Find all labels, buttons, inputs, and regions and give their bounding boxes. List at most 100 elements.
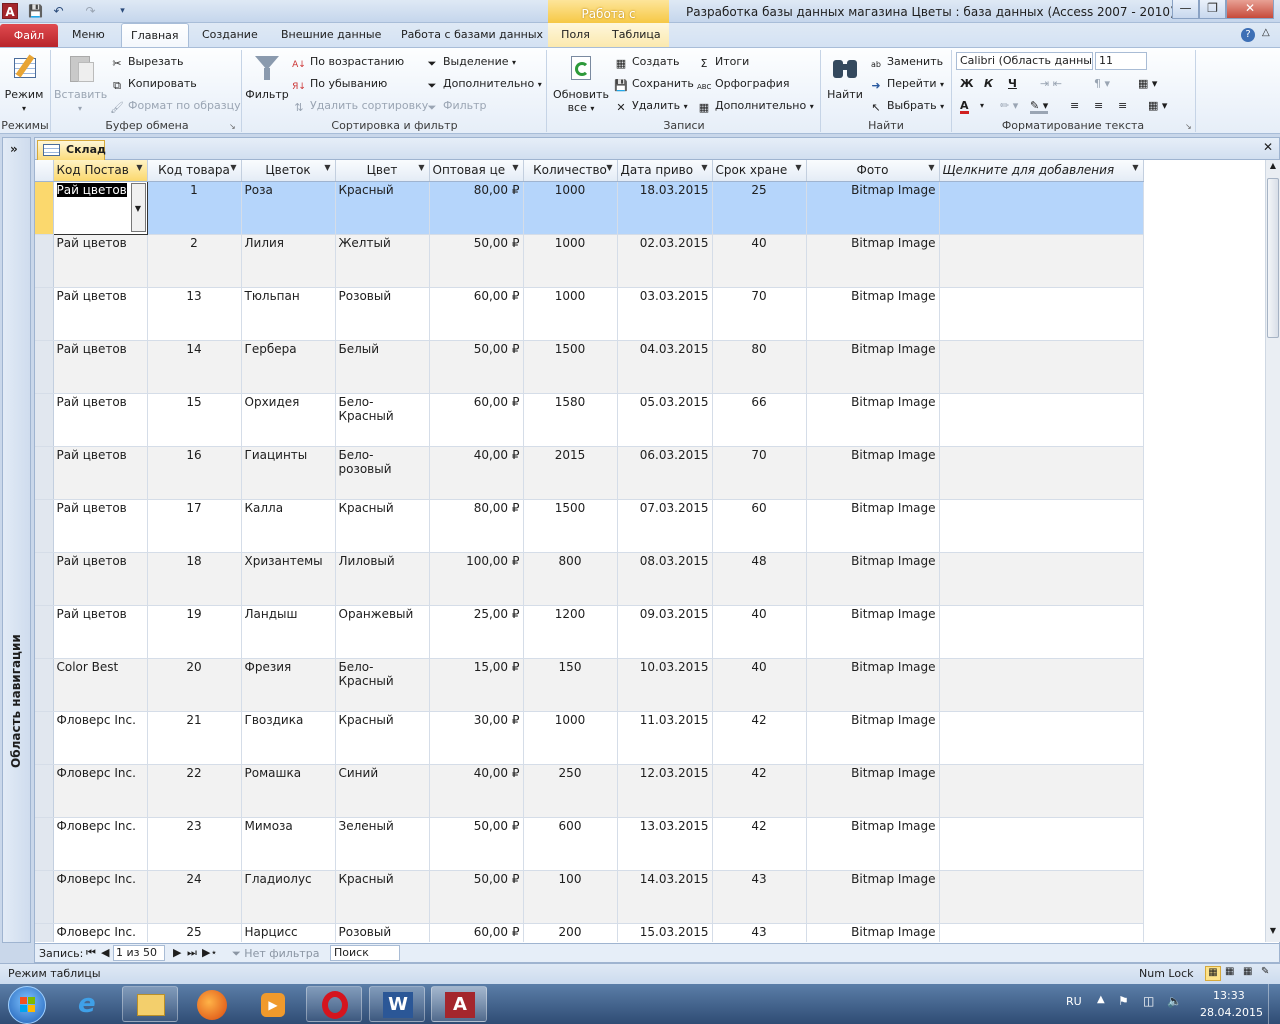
table-cell[interactable]: 150 [523,658,618,712]
column-header[interactable]: Цвет ▼ [335,160,430,182]
table-cell[interactable]: 18 [147,552,242,606]
table-cell[interactable]: 1000 [523,234,618,288]
volume-icon[interactable]: 🔈 [1167,994,1182,1008]
table-row[interactable]: Рай цветов 13 Тюльпан Розовый 60,00 ₽1000 03.… [35,287,1144,341]
scroll-down-arrow-icon[interactable]: ▼ [1267,926,1279,940]
table-cell-empty[interactable] [939,658,1144,712]
tab-home[interactable]: Главная [121,23,189,48]
new-blank-record-icon[interactable]: ▶⋆ [202,946,217,959]
select-all-corner[interactable] [35,160,54,182]
table-cell[interactable]: Розовый [335,923,430,942]
table-cell[interactable]: Bitmap Image [806,446,940,500]
table-cell[interactable]: 15.03.2015 [617,923,713,942]
table-cell[interactable]: 1000 [523,287,618,341]
explorer-icon[interactable] [122,986,178,1022]
redo-icon[interactable]: ↷ [82,3,99,20]
table-cell[interactable]: 07.03.2015 [617,499,713,553]
table-cell[interactable]: 1 [147,181,242,235]
sort-descending-button[interactable]: Я↓ По убыванию [292,75,387,93]
column-dropdown-icon[interactable]: ▼ [136,163,142,172]
table-cell[interactable]: Хризантемы [241,552,336,606]
table-cell[interactable]: Тюльпан [241,287,336,341]
table-cell[interactable]: Фловерс Inc. [53,870,148,924]
table-cell[interactable]: 13.03.2015 [617,817,713,871]
table-cell[interactable]: Рай цветов [53,552,148,606]
table-cell[interactable]: Bitmap Image [806,870,940,924]
next-record-icon[interactable]: ▶ [173,946,181,959]
column-header[interactable]: Код товара ▼ [147,160,242,182]
indent-icon[interactable]: ⇥ ⇤ [1040,75,1062,93]
delete-record-button[interactable]: ✕ Удалить ▾ [614,97,687,115]
minimize-ribbon-icon[interactable]: △ [1262,27,1270,38]
table-row[interactable]: Рай цветов 16 Гиацинты Бело-розовый 40,00 ₽2… [35,446,1144,500]
row-selector[interactable] [35,870,54,924]
column-dropdown-icon[interactable]: ▼ [606,163,612,172]
table-cell[interactable]: 03.03.2015 [617,287,713,341]
toggle-filter-button[interactable]: ⏷ Фильтр [425,97,487,115]
table-cell[interactable]: 200 [523,923,618,942]
goto-button[interactable]: ➜ Перейти ▾ [869,75,944,93]
table-cell[interactable]: 09.03.2015 [617,605,713,659]
table-cell[interactable]: Bitmap Image [806,764,940,818]
tab-create[interactable]: Создание [193,23,267,47]
tab-fields[interactable]: Поля [548,23,603,47]
table-cell[interactable]: Фловерс Inc. [53,923,148,942]
table-row[interactable]: Фловерс Inc. 25 Нарцисс Розовый 60,00 ₽200 15… [35,923,1144,942]
table-cell[interactable]: Гиацинты [241,446,336,500]
align-center-icon[interactable]: ≡ [1094,97,1103,115]
table-cell[interactable]: Рай цветов [53,234,148,288]
table-cell[interactable]: 800 [523,552,618,606]
table-cell[interactable]: Гербера [241,340,336,394]
table-cell[interactable]: Bitmap Image [806,393,940,447]
scroll-up-arrow-icon[interactable]: ▲ [1267,161,1279,175]
network-icon[interactable]: ◫ [1143,994,1154,1008]
column-header[interactable]: Код Постав ▼ [53,160,148,182]
table-cell[interactable]: Bitmap Image [806,923,940,942]
border-icon[interactable]: ▦ ▾ [1148,97,1167,115]
table-cell[interactable]: Ромашка [241,764,336,818]
row-selector[interactable] [35,446,54,500]
row-selector[interactable] [35,340,54,394]
table-cell[interactable]: 70 [712,446,807,500]
table-cell[interactable]: 100 [523,870,618,924]
table-row[interactable]: Фловерс Inc. 24 Гладиолус Красный 50,00 ₽100… [35,870,1144,924]
show-hidden-icons[interactable]: ▲ [1097,994,1105,1005]
table-row[interactable]: Рай цветов 14 Гербера Белый 50,00 ₽1500 04.03… [35,340,1144,394]
spelling-button[interactable]: ABC Орфография [697,75,789,93]
font-color-button[interactable]: A [960,97,969,114]
clock-date[interactable]: 28.04.2015 [1200,1006,1263,1019]
table-cell[interactable]: 42 [712,817,807,871]
bold-button[interactable]: Ж [960,75,973,93]
table-cell[interactable]: 02.03.2015 [617,234,713,288]
table-cell[interactable]: 1500 [523,499,618,553]
pivot-chart-view-icon[interactable]: ▦ [1243,966,1252,977]
table-cell[interactable]: 60 [712,499,807,553]
table-cell[interactable]: Роза [241,181,336,235]
table-cell[interactable]: 60,00 ₽ [429,393,524,447]
table-cell[interactable]: 10.03.2015 [617,658,713,712]
table-cell-empty[interactable] [939,446,1144,500]
table-cell[interactable]: 40,00 ₽ [429,764,524,818]
table-cell[interactable]: 42 [712,764,807,818]
row-selector[interactable] [35,499,54,553]
table-cell[interactable]: 14.03.2015 [617,870,713,924]
table-cell[interactable]: 80,00 ₽ [429,499,524,553]
table-cell[interactable]: 40 [712,605,807,659]
table-cell[interactable]: Красный [335,870,430,924]
table-cell[interactable]: 43 [712,870,807,924]
table-cell[interactable]: 1000 [523,711,618,765]
table-cell[interactable]: Бело-Красный [335,658,430,712]
table-cell[interactable]: 12.03.2015 [617,764,713,818]
more-records-button[interactable]: ▦ Дополнительно ▾ [697,97,814,115]
table-cell[interactable]: Рай цветов [53,287,148,341]
selection-button[interactable]: ⏷ Выделение ▾ [425,53,516,71]
column-header[interactable]: Фото ▼ [806,160,940,182]
table-cell-empty[interactable] [939,764,1144,818]
table-cell[interactable]: 48 [712,552,807,606]
column-header[interactable]: Дата приво ▼ [617,160,713,182]
table-cell[interactable]: 25,00 ₽ [429,605,524,659]
table-cell[interactable]: Бело-розовый [335,446,430,500]
paragraph-icon[interactable]: ¶ ▾ [1094,75,1110,93]
align-left-icon[interactable]: ≡ [1070,97,1079,115]
table-cell[interactable]: 18.03.2015 [617,181,713,235]
